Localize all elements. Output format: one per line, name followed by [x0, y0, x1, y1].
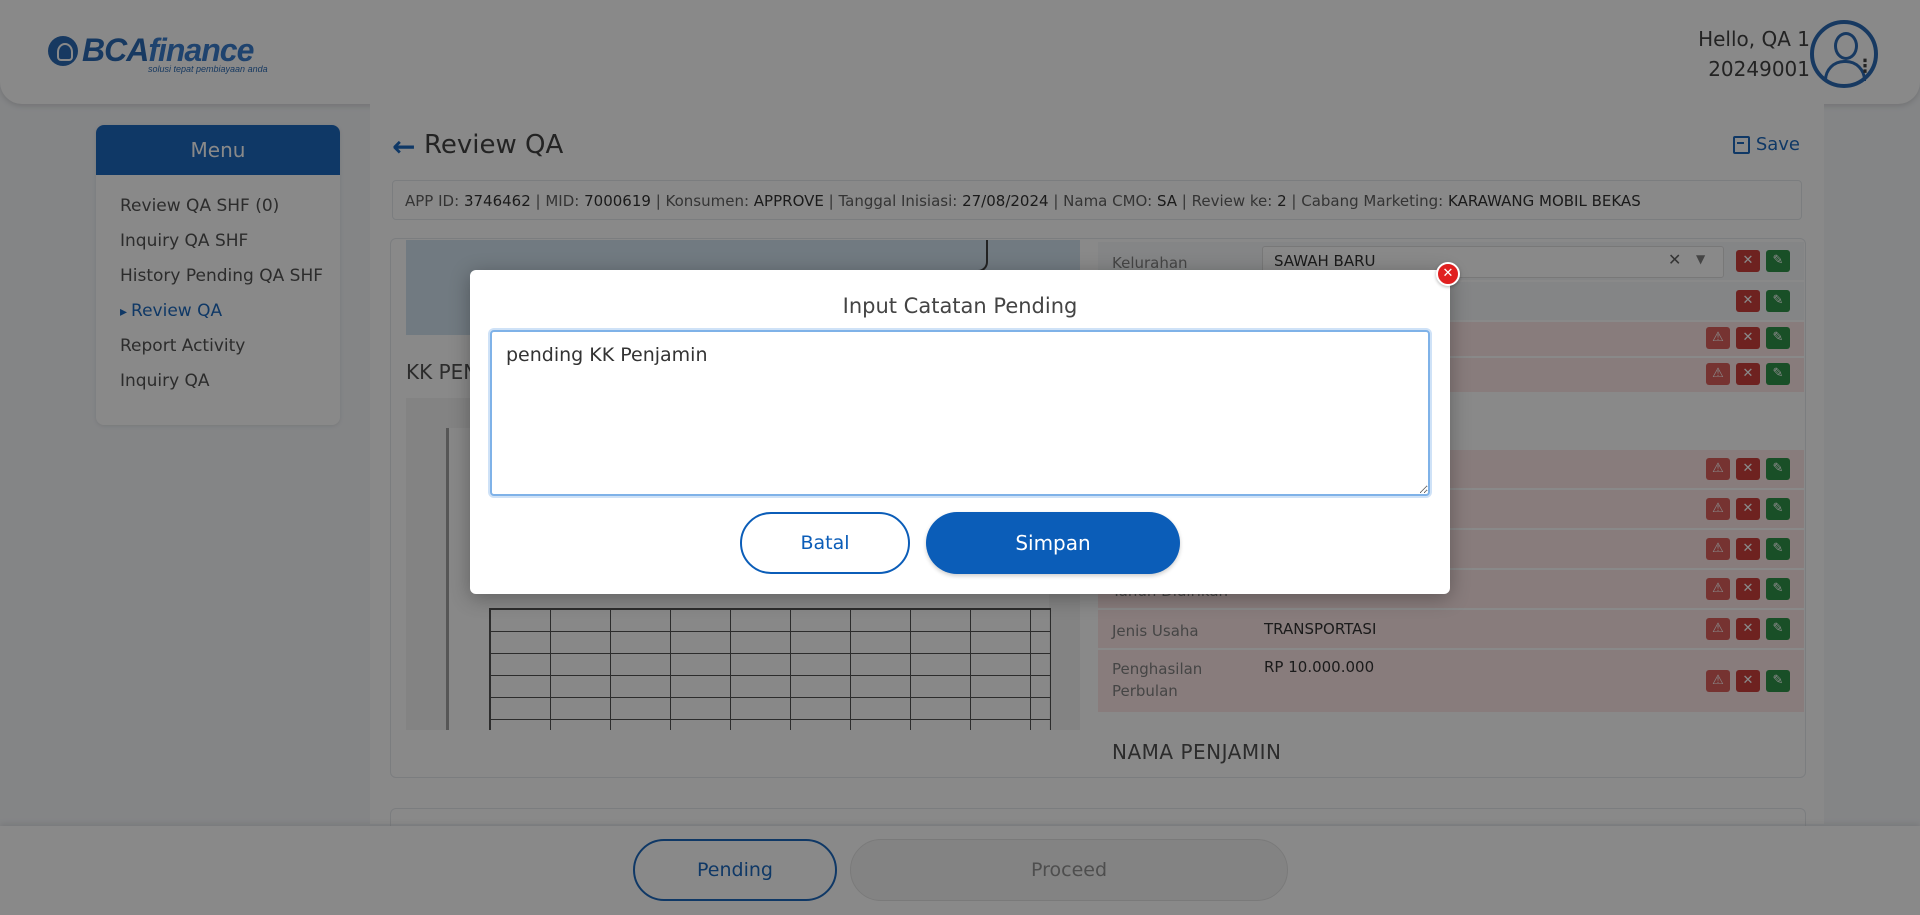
simpan-button[interactable]: Simpan [926, 512, 1180, 574]
pending-note-modal: Input Catatan Pending ✕ pending KK Penja… [470, 262, 1460, 594]
pending-note-textarea[interactable]: pending KK Penjamin [490, 330, 1430, 496]
cancel-button[interactable]: Batal [740, 512, 910, 574]
modal-title: Input Catatan Pending [842, 294, 1078, 318]
close-icon[interactable]: ✕ [1436, 262, 1460, 286]
